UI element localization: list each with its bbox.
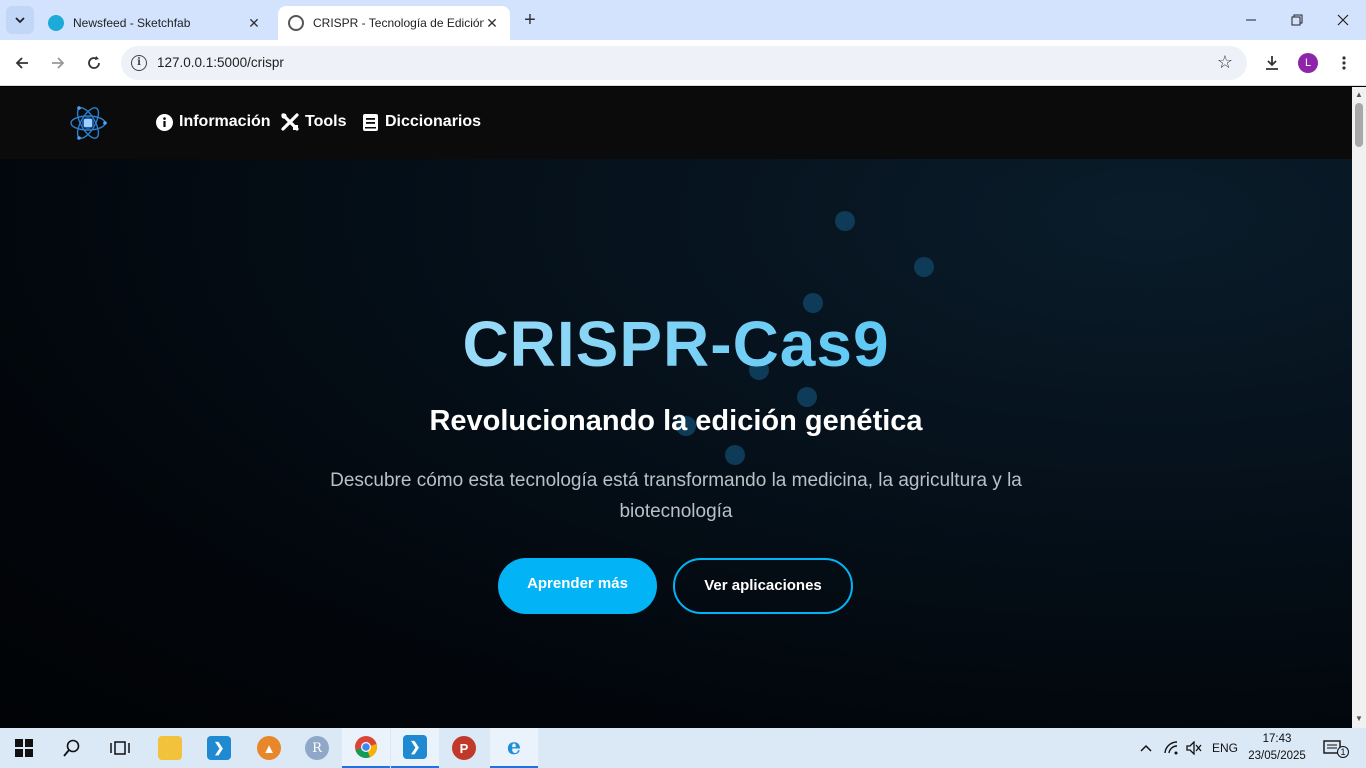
hero-subtitle: Revolucionando la edición genética — [429, 405, 923, 437]
vscode-button[interactable]: ❯ — [195, 728, 243, 768]
show-hidden-icons[interactable] — [1140, 728, 1152, 768]
nav-link-label: Tools — [305, 113, 347, 130]
close-window-button[interactable] — [1320, 0, 1366, 40]
vscode-icon: ❯ — [403, 735, 427, 759]
system-clock[interactable]: 17:43 23/05/2025 — [1246, 731, 1308, 765]
particle-dot — [835, 211, 855, 231]
scroll-up-icon[interactable]: ▲ — [1355, 91, 1363, 99]
new-tab-button[interactable]: + — [518, 9, 542, 33]
app-icon: ▲ — [257, 736, 281, 760]
scroll-down-icon[interactable]: ▼ — [1355, 715, 1363, 723]
folder-icon — [158, 736, 182, 760]
nav-link-label: Información — [179, 113, 271, 130]
clock-time: 17:43 — [1262, 733, 1292, 745]
chevron-down-icon — [15, 17, 25, 24]
particle-dot — [914, 257, 934, 277]
profile-avatar[interactable]: L — [1298, 53, 1318, 73]
downloads-button[interactable] — [1258, 49, 1286, 77]
book-icon — [361, 113, 379, 131]
search-icon — [63, 739, 80, 757]
tab-sketchfab[interactable]: Newsfeed - Sketchfab ✕ — [38, 6, 272, 40]
browser-toolbar: i 127.0.0.1:5000/crispr ☆ L — [0, 40, 1366, 86]
notifications-button[interactable]: 1 — [1323, 728, 1349, 768]
clock-date: 23/05/2025 — [1248, 750, 1306, 762]
chrome-button[interactable] — [342, 728, 390, 768]
site-info-icon[interactable]: i — [131, 55, 147, 71]
menu-button[interactable] — [1330, 49, 1358, 77]
sketchfab-icon — [48, 15, 64, 31]
minimize-icon — [1246, 19, 1256, 21]
tab-crispr[interactable]: CRISPR - Tecnología de Edición ✕ — [278, 6, 510, 40]
tab-strip: Newsfeed - Sketchfab ✕ CRISPR - Tecnolog… — [0, 0, 1366, 40]
particle-dot — [797, 387, 817, 407]
file-explorer-button[interactable] — [146, 728, 194, 768]
reload-button[interactable] — [80, 49, 108, 77]
hero-title: CRISPR-Cas9 — [0, 307, 1352, 381]
info-icon — [155, 113, 173, 131]
forward-button[interactable] — [44, 49, 72, 77]
language-indicator[interactable]: ENG — [1212, 728, 1238, 768]
windows-taskbar: ❯ ▲ R ❯ P e ENG 17:43 23/05/2025 1 — [0, 728, 1366, 768]
volume-status[interactable] — [1186, 728, 1202, 768]
tab-search-button[interactable] — [6, 6, 34, 34]
learn-more-button[interactable]: Aprender más — [498, 558, 657, 614]
nav-link-informacion[interactable]: Información — [155, 113, 271, 131]
particle-dot — [725, 445, 745, 465]
back-arrow-icon — [15, 57, 28, 69]
download-icon — [1266, 56, 1278, 70]
back-button[interactable] — [8, 49, 36, 77]
windows-start-icon — [15, 739, 33, 757]
red-app-button[interactable]: P — [440, 728, 488, 768]
url-text[interactable]: 127.0.0.1:5000/crispr — [157, 55, 284, 70]
minimize-button[interactable] — [1228, 0, 1274, 40]
nav-link-tools[interactable]: Tools — [281, 113, 346, 131]
bookmark-star-icon[interactable]: ☆ — [1217, 52, 1233, 73]
chevron-up-icon — [1140, 744, 1152, 752]
page-scrollbar[interactable]: ▲ ▼ — [1352, 87, 1366, 728]
network-status[interactable] — [1164, 728, 1180, 768]
address-bar[interactable]: i 127.0.0.1:5000/crispr ☆ — [121, 46, 1247, 80]
close-tab-icon[interactable]: ✕ — [246, 15, 262, 31]
search-button[interactable] — [48, 728, 96, 768]
hero-description: Descubre cómo esta tecnología está trans… — [330, 470, 1022, 522]
chrome-icon — [355, 736, 377, 759]
internet-explorer-icon: e — [507, 734, 521, 760]
close-icon — [1337, 14, 1349, 26]
nav-link-label: Diccionarios — [385, 113, 482, 130]
web-page: Información Tools Diccionarios CRISPR-Ca… — [0, 87, 1352, 728]
start-button[interactable] — [0, 728, 48, 768]
task-view-icon — [110, 741, 130, 755]
notification-count: 1 — [1337, 746, 1349, 758]
nav-link-diccionarios[interactable]: Diccionarios — [361, 113, 481, 131]
reload-icon — [88, 56, 100, 69]
orange-app-button[interactable]: ▲ — [245, 728, 293, 768]
restore-button[interactable] — [1274, 0, 1320, 40]
close-tab-icon[interactable]: ✕ — [484, 15, 500, 31]
tab-title: Newsfeed - Sketchfab — [73, 16, 191, 30]
app-icon: P — [452, 736, 476, 760]
internet-explorer-button[interactable]: e — [490, 728, 538, 768]
r-app-button[interactable]: R — [293, 728, 341, 768]
volume-muted-icon — [1186, 741, 1202, 755]
forward-arrow-icon — [52, 57, 65, 69]
vscode-icon: ❯ — [207, 736, 231, 760]
more-vertical-icon — [1342, 56, 1346, 70]
site-navbar: Información Tools Diccionarios — [0, 87, 1352, 159]
r-language-icon: R — [305, 736, 329, 760]
wifi-icon — [1164, 741, 1178, 755]
restore-icon — [1291, 14, 1303, 26]
tab-title: CRISPR - Tecnología de Edición — [313, 16, 484, 30]
task-view-button[interactable] — [96, 728, 144, 768]
tools-icon — [281, 113, 299, 131]
vscode-active-button[interactable]: ❯ — [391, 728, 439, 768]
atom-logo-icon[interactable] — [68, 103, 108, 143]
globe-icon — [288, 15, 304, 31]
scrollbar-thumb[interactable] — [1355, 103, 1363, 147]
view-applications-button[interactable]: Ver aplicaciones — [673, 558, 853, 614]
